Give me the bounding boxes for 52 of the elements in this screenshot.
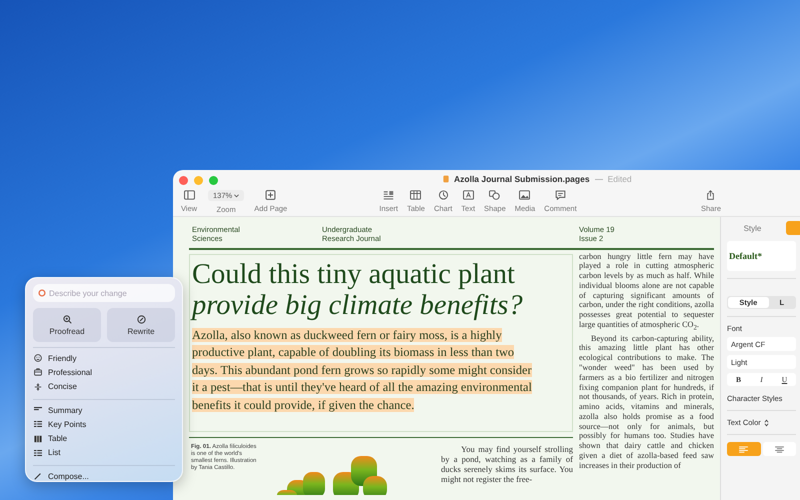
chevron-down-icon [234, 194, 240, 198]
writing-action-button[interactable]: Rewrite [107, 308, 175, 342]
headline-text-box[interactable] [189, 254, 573, 432]
sidebar-tab[interactable] [786, 221, 800, 235]
list-icon [34, 420, 42, 428]
minimize-button[interactable] [194, 176, 203, 184]
sidebar-icon [184, 190, 194, 200]
writing-tool-item[interactable]: Friendly [33, 351, 175, 366]
headline-italic: provide big climate benefits? [192, 290, 524, 320]
plus-icon [265, 190, 276, 200]
article-paragraph: Beyond its carbon-capturing ability, this amazing little plant has other ecological contributions to make. The "wonder weed" has been used by farmers as a bio fertilizer and nitrogen fixing companion plant for hundreds, if not thousands, of years. Rich in protein, amino acids, vitamins and minerals, azolla also holds promise as a food source—not only for animals, but possibly for humans too. Studies have shown that dairy cattle and chicken given a diet of azolla-based feed saw increases in their production of [579, 334, 714, 471]
writing-tool-item[interactable]: Professional [33, 365, 175, 380]
alignment-button[interactable] [762, 442, 796, 456]
body-paragraph: You may find yourself strolling by a pond, watching as a family of ducks serenely skims its surface. You might not register the free- [441, 444, 573, 486]
table-icon [410, 190, 422, 200]
writing-tool-item[interactable]: Summary [33, 402, 175, 418]
list-icon [34, 448, 42, 457]
writing-tool-item[interactable]: Concise [33, 380, 175, 394]
writing-tool-item[interactable]: Key Points [33, 417, 175, 432]
image-icon [519, 190, 530, 200]
table-icon [34, 434, 42, 443]
ring-icon [38, 289, 46, 297]
align-left-icon [739, 446, 748, 452]
article-paragraph: carbon hungry little fern may have played a role in cutting atmospheric carbon levels by as much as half. While individual blooms alone are not capable of capturing significant amounts of carbon, under the right conditions, azolla possesses great potential to sequester large quantities of atmospheric CO$_{2}$. [579, 252, 714, 334]
paragraph-style-preview[interactable]: Default* [727, 241, 796, 271]
document-icon [443, 175, 449, 183]
magnifier-icon [62, 314, 72, 324]
smiley-icon [34, 354, 42, 362]
writing-action-button[interactable]: Proofread [33, 308, 101, 342]
writing-tool-item[interactable]: Table [33, 431, 175, 446]
list-icon [383, 190, 394, 200]
shape-icon [489, 190, 500, 200]
writing-tool-item[interactable]: Compose... [33, 469, 175, 484]
alignment-button[interactable] [727, 442, 760, 456]
comment-icon [554, 190, 566, 200]
writing-tool-item[interactable]: List [33, 446, 175, 460]
briefcase-icon [34, 368, 42, 376]
zoom-button[interactable] [209, 176, 218, 184]
stepper-chevron-icon [764, 418, 769, 426]
edited-status: Edited [608, 174, 632, 184]
align-center-icon [774, 446, 784, 452]
pencil-icon [34, 472, 42, 480]
sidebar-tab[interactable]: Style [727, 221, 778, 235]
rewrite-icon [136, 314, 146, 324]
window-title: Azolla Journal Submission.pages [454, 174, 590, 184]
text-box-icon [462, 190, 474, 200]
describe-change-field[interactable]: Describe your change [33, 284, 175, 302]
lead-paragraph: Azolla, also known as duckweed fern or fairy moss, is a highly productive plant, capable of doubling its biomass in less than two days. This abundant pond fern grows so rapidly some might consider it a pest—that is until they've heard of all the amazing environmental benefits it could provide, if given the chance. [192, 326, 533, 414]
share-icon [705, 190, 716, 200]
close-button[interactable] [179, 176, 188, 184]
headline: Could this tiny aquatic plant [192, 258, 516, 290]
compress-icon [34, 382, 42, 391]
